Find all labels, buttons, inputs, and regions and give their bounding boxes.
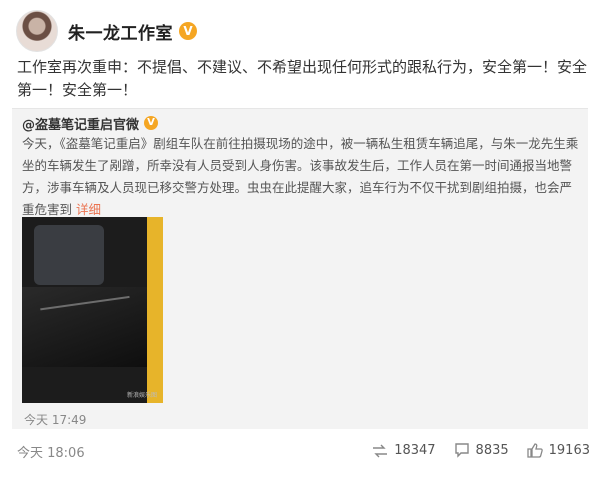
repost-button[interactable]: 18347 [372, 443, 436, 458]
repost-count: 18347 [394, 443, 436, 458]
comment-icon [454, 443, 469, 458]
like-button[interactable]: 19163 [526, 443, 590, 458]
action-bar: 18347 8835 19163 [354, 443, 590, 458]
post-image[interactable]: 新浪娱乐图 [22, 217, 163, 403]
comment-button[interactable]: 8835 [454, 443, 509, 458]
post-text: 工作室再次重申：不提倡、不建议、不希望出现任何形式的跟私行为，安全第一！安全第一… [17, 58, 588, 99]
avatar[interactable] [16, 10, 58, 52]
author-row: 朱一龙工作室 V [68, 19, 197, 44]
original-post-body: 今天，《盗墓笔记重启》剧组车队在前往拍摄现场的途中，被一辆私生租赁车辆追尾，与朱… [22, 136, 579, 217]
weibo-post: 朱一龙工作室 V 工作室再次重申：不提倡、不建议、不希望出现任何形式的跟私行为，… [0, 0, 600, 478]
repost-icon [373, 444, 388, 457]
original-author-name[interactable]: @盗墓笔记重启官微 [22, 114, 139, 133]
more-link[interactable]: 详细 [76, 202, 101, 217]
original-post-text: 今天，《盗墓笔记重启》剧组车队在前往拍摄现场的途中，被一辆私生租赁车辆追尾，与朱… [22, 133, 580, 221]
repost-card[interactable]: @盗墓笔记重启官微 V 今天，《盗墓笔记重启》剧组车队在前往拍摄现场的途中，被一… [12, 108, 588, 429]
car-body-edge [147, 217, 163, 403]
comment-count: 8835 [475, 443, 509, 458]
original-author-row: @盗墓笔记重启官微 V [22, 113, 159, 133]
like-icon [526, 443, 543, 458]
car-window [34, 225, 104, 285]
original-post-time: 今天 17:49 [24, 413, 87, 427]
author-name[interactable]: 朱一龙工作室 [68, 19, 173, 44]
verified-icon: V [179, 22, 197, 40]
post-time: 今天 18:06 [17, 446, 85, 461]
image-watermark: 新浪娱乐图 [126, 392, 157, 399]
like-count: 19163 [548, 443, 590, 458]
verified-icon: V [144, 116, 159, 130]
